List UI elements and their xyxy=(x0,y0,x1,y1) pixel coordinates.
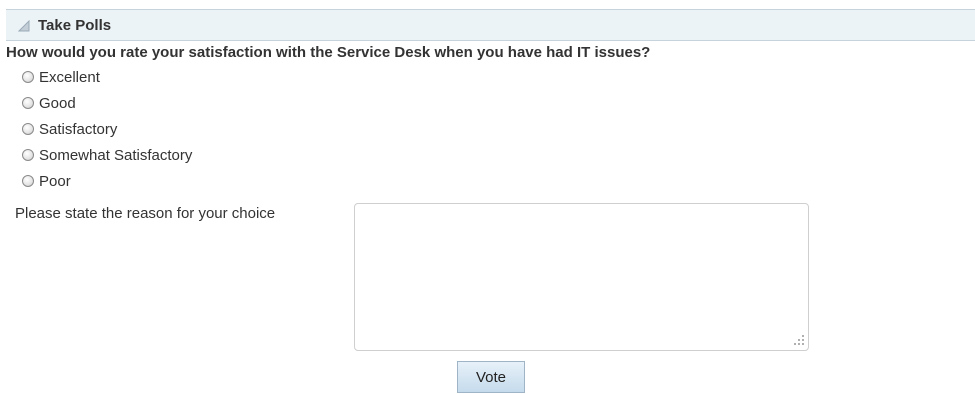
option-label: Good xyxy=(39,94,76,112)
option-label: Satisfactory xyxy=(39,120,118,138)
panel-title: Take Polls xyxy=(38,16,112,34)
vote-button[interactable]: Vote xyxy=(457,361,525,393)
reason-label: Please state the reason for your choice xyxy=(15,205,276,222)
radio-unchecked-icon[interactable] xyxy=(22,123,34,135)
radio-unchecked-icon[interactable] xyxy=(22,149,34,161)
option-satisfactory[interactable]: Satisfactory xyxy=(22,116,192,142)
radio-unchecked-icon[interactable] xyxy=(22,97,34,109)
option-label: Somewhat Satisfactory xyxy=(39,146,193,164)
option-label: Excellent xyxy=(39,68,100,86)
radio-unchecked-icon[interactable] xyxy=(22,71,34,83)
take-polls-header[interactable]: Take Polls xyxy=(6,9,975,41)
option-excellent[interactable]: Excellent xyxy=(22,64,192,90)
resize-grip-icon[interactable] xyxy=(791,332,805,346)
option-poor[interactable]: Poor xyxy=(22,168,192,194)
radio-unchecked-icon[interactable] xyxy=(22,175,34,187)
option-label: Poor xyxy=(39,172,71,190)
poll-options: Excellent Good Satisfactory Somewhat Sat… xyxy=(22,64,192,194)
reason-textarea[interactable] xyxy=(354,203,809,351)
option-good[interactable]: Good xyxy=(22,90,192,116)
collapse-triangle-icon[interactable] xyxy=(17,19,30,32)
poll-question: How would you rate your satisfaction wit… xyxy=(6,44,651,61)
option-somewhat-satisfactory[interactable]: Somewhat Satisfactory xyxy=(22,142,192,168)
